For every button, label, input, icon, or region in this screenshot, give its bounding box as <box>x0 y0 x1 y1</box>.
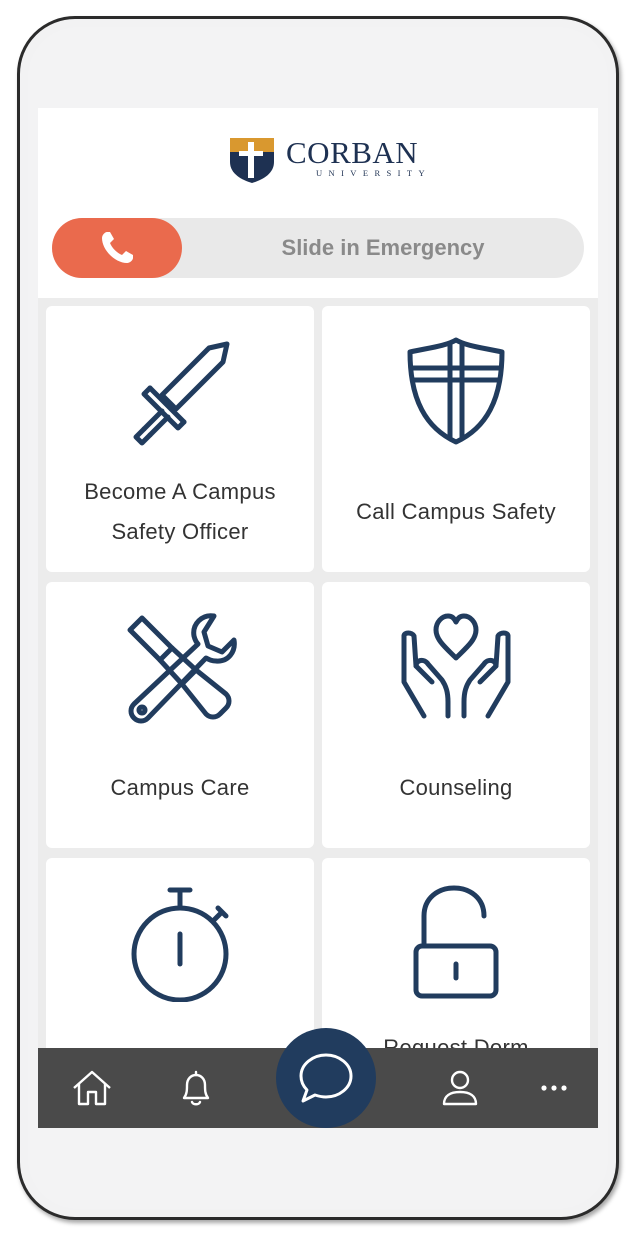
app-header: CORBAN UNIVERSITY Slide in Emergency <box>38 108 598 298</box>
logo-subtitle: UNIVERSITY <box>316 168 431 178</box>
emergency-slider-handle[interactable] <box>52 218 182 278</box>
sword-icon <box>133 341 230 446</box>
phone-icon <box>102 232 133 263</box>
home-icon[interactable] <box>70 1066 114 1110</box>
tile-counseling[interactable]: Counseling <box>322 582 590 848</box>
bottom-nav <box>38 1028 598 1128</box>
emergency-slider-label: Slide in Emergency <box>281 235 485 260</box>
more-icon[interactable] <box>532 1066 576 1110</box>
shield-logo-icon <box>230 138 274 183</box>
heart-hands-icon <box>401 613 511 719</box>
unlock-icon <box>413 885 499 999</box>
tools-icon <box>127 613 237 724</box>
tile-label: Call Campus Safety <box>356 499 556 524</box>
logo-wordmark: CORBAN <box>286 135 419 170</box>
tile-become-campus-safety-officer[interactable]: Become A Campus Safety Officer <box>46 306 314 572</box>
chat-button[interactable] <box>276 1028 376 1128</box>
chat-icon <box>299 1053 353 1103</box>
stopwatch-icon <box>131 887 229 1002</box>
bell-icon[interactable] <box>174 1066 218 1110</box>
tile-campus-care[interactable]: Campus Care <box>46 582 314 848</box>
tile-label: Counseling <box>399 775 513 800</box>
cross-shield-icon <box>407 337 505 445</box>
tile-label: Campus Care <box>110 775 250 800</box>
tile-call-campus-safety[interactable]: Call Campus Safety <box>322 306 590 572</box>
corban-logo: CORBAN UNIVERSITY <box>228 132 425 188</box>
emergency-slider[interactable]: Slide in Emergency <box>52 218 584 278</box>
app-screen: CORBAN UNIVERSITY Slide in Emergency Bec… <box>38 108 598 1128</box>
tile-label: Become A Campus Safety Officer <box>84 479 276 544</box>
user-icon[interactable] <box>438 1066 482 1110</box>
